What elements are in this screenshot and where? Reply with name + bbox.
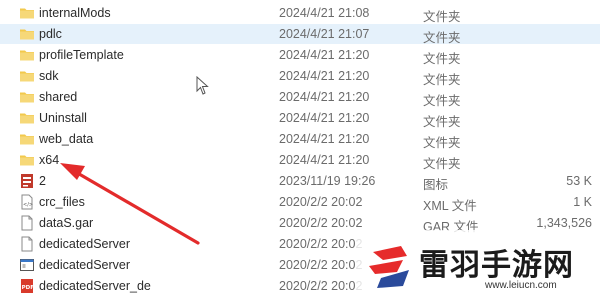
watermark-url: www.leiucn.com	[485, 280, 557, 291]
watermark-title: 雷羽手游网	[419, 248, 574, 283]
watermark: 雷羽手游网 www.leiucn.com	[355, 230, 600, 300]
leiyu-logo-icon	[369, 246, 409, 288]
